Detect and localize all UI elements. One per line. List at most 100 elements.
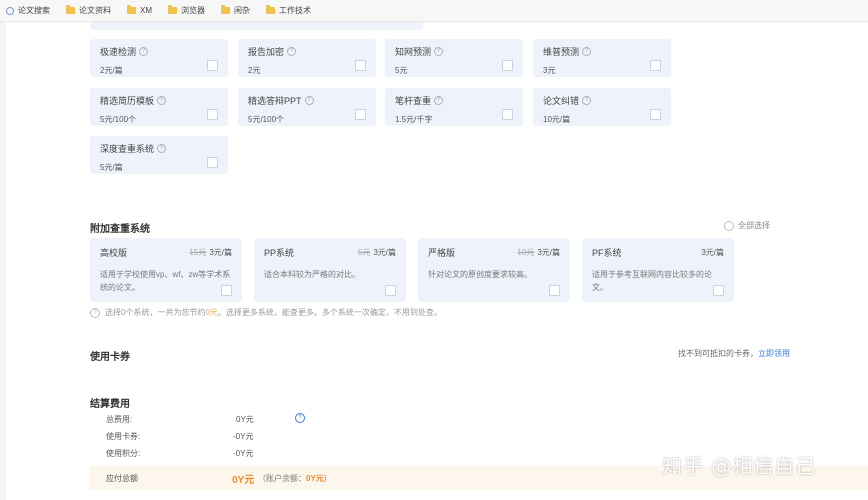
system-description: 针对论文的原创度要求较高。: [428, 270, 532, 279]
system-price: 3元/篇: [701, 248, 724, 257]
info-icon: ?: [90, 307, 100, 318]
balance-amount: 0Y元: [306, 474, 324, 483]
question-icon[interactable]: ?: [582, 47, 592, 56]
service-name: 深度查重系统: [100, 144, 155, 154]
original-price: 5元: [357, 248, 371, 257]
service-card[interactable]: 深度查重系统? 5元/篇: [90, 136, 228, 174]
service-card[interactable]: 维普预测? 3元: [533, 39, 671, 77]
question-icon[interactable]: ?: [157, 96, 167, 105]
service-price: 2元/篇: [100, 66, 123, 75]
folder-icon: [127, 5, 136, 14]
coupon-deduction-value: -0Y元: [233, 432, 254, 441]
service-checkbox[interactable]: [207, 109, 218, 120]
system-card[interactable]: 严格版 10元 3元/篇 针对论文的原创度要求较高。: [418, 238, 570, 302]
system-checkbox[interactable]: [713, 285, 724, 296]
system-name: 高校版: [100, 248, 128, 258]
payable-label: 应付总额: [106, 474, 138, 483]
system-description: 适用于学校使用vp、wf、zw等学术系统的论文。: [100, 270, 231, 292]
points-deduction-value: -0Y元: [233, 449, 254, 458]
system-card[interactable]: 高校版 15元 3元/篇 适用于学校使用vp、wf、zw等学术系统的论文。: [90, 238, 242, 302]
radio-icon[interactable]: [724, 220, 734, 231]
service-card[interactable]: 论文纠错? 10元/篇: [533, 88, 671, 126]
claim-coupon-link[interactable]: 立即领用: [758, 349, 790, 358]
system-name: PF系统: [592, 248, 622, 258]
question-icon[interactable]: ?: [582, 96, 592, 105]
service-card[interactable]: 知网预测? 5元: [385, 39, 523, 77]
system-checkbox[interactable]: [549, 285, 560, 296]
service-card[interactable]: 极速检测? 2元/篇: [90, 39, 228, 77]
service-name: 精选答辩PPT: [248, 96, 302, 106]
folder-icon: [168, 5, 177, 14]
globe-icon: [6, 6, 14, 15]
service-checkbox[interactable]: [207, 60, 218, 71]
question-icon[interactable]: ?: [304, 96, 314, 105]
system-price: 3元/篇: [209, 248, 232, 257]
service-price: 1.5元/千字: [395, 115, 433, 124]
bookmark-label: 论文搜索: [18, 6, 50, 15]
hint-amount: 0元: [205, 308, 218, 317]
service-card[interactable]: 笔杆查重? 1.5元/千字: [385, 88, 523, 126]
select-all-toggle[interactable]: 全部选择: [724, 220, 770, 231]
service-name: 极速检测: [100, 47, 137, 57]
service-price: 5元/100个: [248, 115, 285, 124]
system-checkbox[interactable]: [385, 285, 396, 296]
system-name: 严格版: [428, 248, 456, 258]
bookmarks-bar: 论文搜索 论文资料 XM 浏览器 闲杂 工作技术: [0, 0, 868, 22]
service-name: 报告加密: [248, 47, 285, 57]
folder-icon: [266, 5, 275, 14]
bookmark-item[interactable]: XM: [127, 5, 152, 15]
service-checkbox[interactable]: [650, 109, 661, 120]
service-name: 论文纠错: [543, 96, 580, 106]
watermark: 知乎 @相信自己: [662, 454, 817, 478]
system-description: 适用于参考互联网内容比较多的论文。: [592, 270, 712, 292]
bookmark-item[interactable]: 浏览器: [168, 5, 205, 16]
original-price: 10元: [517, 248, 535, 257]
service-checkbox[interactable]: [650, 60, 661, 71]
service-checkbox[interactable]: [207, 157, 218, 168]
question-icon[interactable]: ?: [157, 144, 167, 153]
service-price: 5元/100个: [100, 115, 137, 124]
folder-icon: [66, 5, 75, 14]
balance-prefix: （账户余额：: [258, 474, 306, 483]
question-icon[interactable]: ?: [287, 47, 297, 56]
service-price: 2元: [248, 66, 261, 75]
hint-text: 选择0个系统，一共为您节约: [105, 308, 206, 317]
service-name: 笔杆查重: [395, 96, 432, 106]
balance-suffix: ）: [323, 474, 332, 483]
service-card[interactable]: 报告加密? 2元: [238, 39, 376, 77]
section-title-additional: 附加查重系统: [90, 224, 150, 235]
system-card[interactable]: PP系统 5元 3元/篇 适合本科较为严格的对比。: [254, 238, 406, 302]
help-icon[interactable]: ?: [295, 413, 305, 423]
service-price: 5元/篇: [100, 163, 123, 172]
service-checkbox[interactable]: [355, 60, 366, 71]
coupon-notice: 找不到可抵扣的卡券，立即领用: [678, 348, 790, 359]
system-price: 3元/篇: [537, 248, 560, 257]
service-card[interactable]: 精选答辩PPT? 5元/100个: [238, 88, 376, 126]
question-icon[interactable]: ?: [139, 47, 149, 56]
question-icon[interactable]: ?: [434, 96, 444, 105]
bookmark-item[interactable]: 论文资料: [66, 5, 111, 16]
folder-icon: [221, 5, 230, 14]
service-checkbox[interactable]: [502, 109, 513, 120]
account-balance: （账户余额：0Y元）: [258, 473, 332, 484]
hint-text-rest: 。选择更多系统，能查更多。多个系统一次确定，不用到处查。: [217, 308, 442, 317]
service-card[interactable]: 精选简历模板? 5元/100个: [90, 88, 228, 126]
bookmark-item[interactable]: 闲杂: [221, 5, 250, 16]
bookmark-item[interactable]: 论文搜索: [6, 5, 50, 16]
service-checkbox[interactable]: [502, 60, 513, 71]
system-card[interactable]: PF系统 3元/篇 适用于参考互联网内容比较多的论文。: [582, 238, 734, 302]
total-fee-label: 总费用:: [106, 415, 133, 424]
bookmark-label: 浏览器: [181, 6, 205, 15]
section-title-settlement: 结算费用: [90, 399, 130, 410]
question-icon[interactable]: ?: [434, 47, 444, 56]
system-name: PP系统: [264, 248, 295, 258]
total-fee-value: 0Y元: [236, 415, 254, 424]
savings-hint: ? 选择0个系统，一共为您节约0元。选择更多系统，能查更多。多个系统一次确定，不…: [90, 307, 442, 318]
system-checkbox[interactable]: [221, 285, 232, 296]
service-checkbox[interactable]: [355, 109, 366, 120]
coupon-notice-text: 找不到可抵扣的卡券，: [678, 349, 758, 358]
original-price: 15元: [189, 248, 207, 257]
bookmark-item[interactable]: 工作技术: [266, 5, 311, 16]
points-deduction-label: 使用积分:: [106, 449, 141, 458]
bookmark-label: XM: [140, 6, 152, 15]
